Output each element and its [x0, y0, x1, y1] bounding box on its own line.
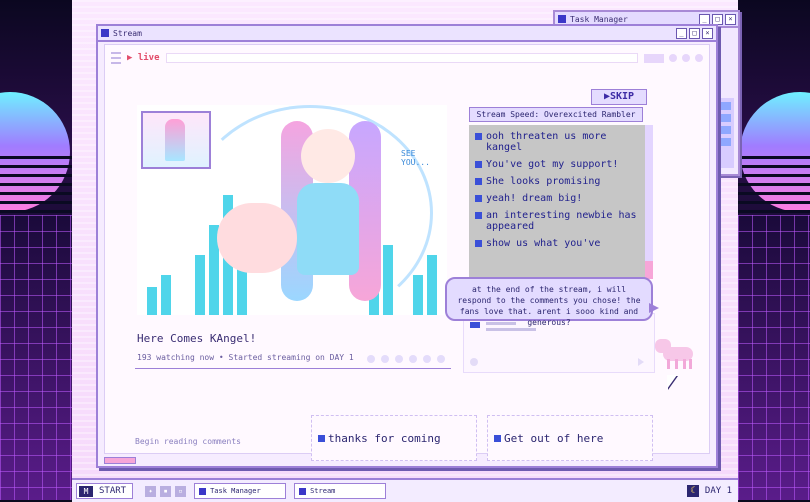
start-button[interactable]: M START	[76, 483, 134, 499]
taskbar-item-stream[interactable]: Stream	[294, 483, 387, 499]
stream-video: SEE YOU...	[137, 105, 447, 315]
toolbar-dot[interactable]	[682, 54, 690, 62]
toolbar-dot[interactable]	[669, 54, 677, 62]
stream-thumbnail	[141, 111, 211, 169]
see-you-text: SEE YOU...	[401, 149, 430, 167]
window-icon	[101, 29, 109, 37]
begin-reading-label: Begin reading comments	[135, 437, 241, 446]
stream-window[interactable]: Stream _ □ × ▶ live ▶SKIP SEE YOU... Her…	[96, 24, 718, 468]
stream-window-title: Stream	[113, 28, 142, 38]
task-manager-title: Task Manager	[570, 14, 628, 24]
moon-icon: ☾	[686, 485, 699, 497]
comment-item[interactable]: yeah! dream big!	[475, 193, 643, 204]
comment-item[interactable]: ooh threaten us more kangel	[475, 131, 643, 153]
stream-meta: 193 watching now • Started streaming on …	[137, 353, 354, 362]
window-status-bar	[104, 457, 136, 464]
grid-floor	[738, 215, 810, 500]
day-indicator: ☾ DAY 1	[686, 485, 732, 497]
stream-content: ▶ live ▶SKIP SEE YOU... Here Comes KAnge…	[104, 44, 710, 461]
skip-button[interactable]: ▶SKIP	[591, 89, 647, 105]
monitor-icon[interactable]: ▫	[175, 485, 187, 497]
left-background	[0, 0, 72, 500]
taskbar: M START ✦ ▪ ▫ Task Manager Stream ☾ DAY …	[72, 478, 738, 502]
minimize-icon[interactable]: _	[676, 27, 687, 39]
comment-item[interactable]: You've got my support!	[475, 159, 643, 170]
window-icon	[558, 15, 566, 23]
comment-item[interactable]: She looks promising	[475, 176, 643, 187]
option-get-out-button[interactable]: Get out of here	[487, 415, 653, 461]
close-icon[interactable]: ×	[725, 13, 736, 25]
kangel-character	[217, 113, 387, 313]
address-bar: ▶ live	[111, 51, 703, 65]
menu-icon[interactable]	[111, 52, 121, 64]
tray-icons: ✦ ▪ ▫	[145, 485, 187, 497]
comment-scrollbar[interactable]	[645, 125, 653, 279]
url-field[interactable]	[165, 53, 638, 63]
stream-titlebar[interactable]: Stream _ □ ×	[98, 26, 716, 42]
bird-icon[interactable]: ✦	[145, 485, 157, 497]
grid-floor	[0, 215, 72, 500]
maximize-icon[interactable]: □	[712, 13, 723, 25]
start-logo-icon: M	[79, 485, 93, 497]
taskbar-item-task-manager[interactable]: Task Manager	[194, 483, 287, 499]
toolbar-pill[interactable]	[644, 53, 664, 63]
maximize-icon[interactable]: □	[689, 27, 700, 39]
mouse-cursor-icon	[667, 375, 677, 389]
comment-item[interactable]: show us what you've	[475, 238, 643, 249]
stream-speed-button[interactable]: Stream Speed: Overexcited Rambler	[469, 107, 643, 122]
option-thanks-button[interactable]: thanks for coming	[311, 415, 477, 461]
stream-title: Here Comes KAngel!	[137, 332, 257, 345]
speech-bubble: at the end of the stream, i will respond…	[445, 277, 659, 327]
comment-list[interactable]: ooh threaten us more kangel You've got m…	[469, 125, 653, 279]
right-background	[738, 0, 810, 500]
comment-item[interactable]: an interesting newbie has appeared	[475, 210, 643, 232]
minimize-icon[interactable]: _	[699, 13, 710, 25]
send-icon[interactable]	[638, 358, 644, 366]
close-icon[interactable]: ×	[702, 27, 713, 39]
chat-icon[interactable]: ▪	[160, 485, 172, 497]
progress-dots	[367, 355, 445, 363]
toolbar-dot[interactable]	[695, 54, 703, 62]
cat-mascot	[655, 337, 697, 371]
live-indicator: ▶ live	[127, 53, 160, 63]
